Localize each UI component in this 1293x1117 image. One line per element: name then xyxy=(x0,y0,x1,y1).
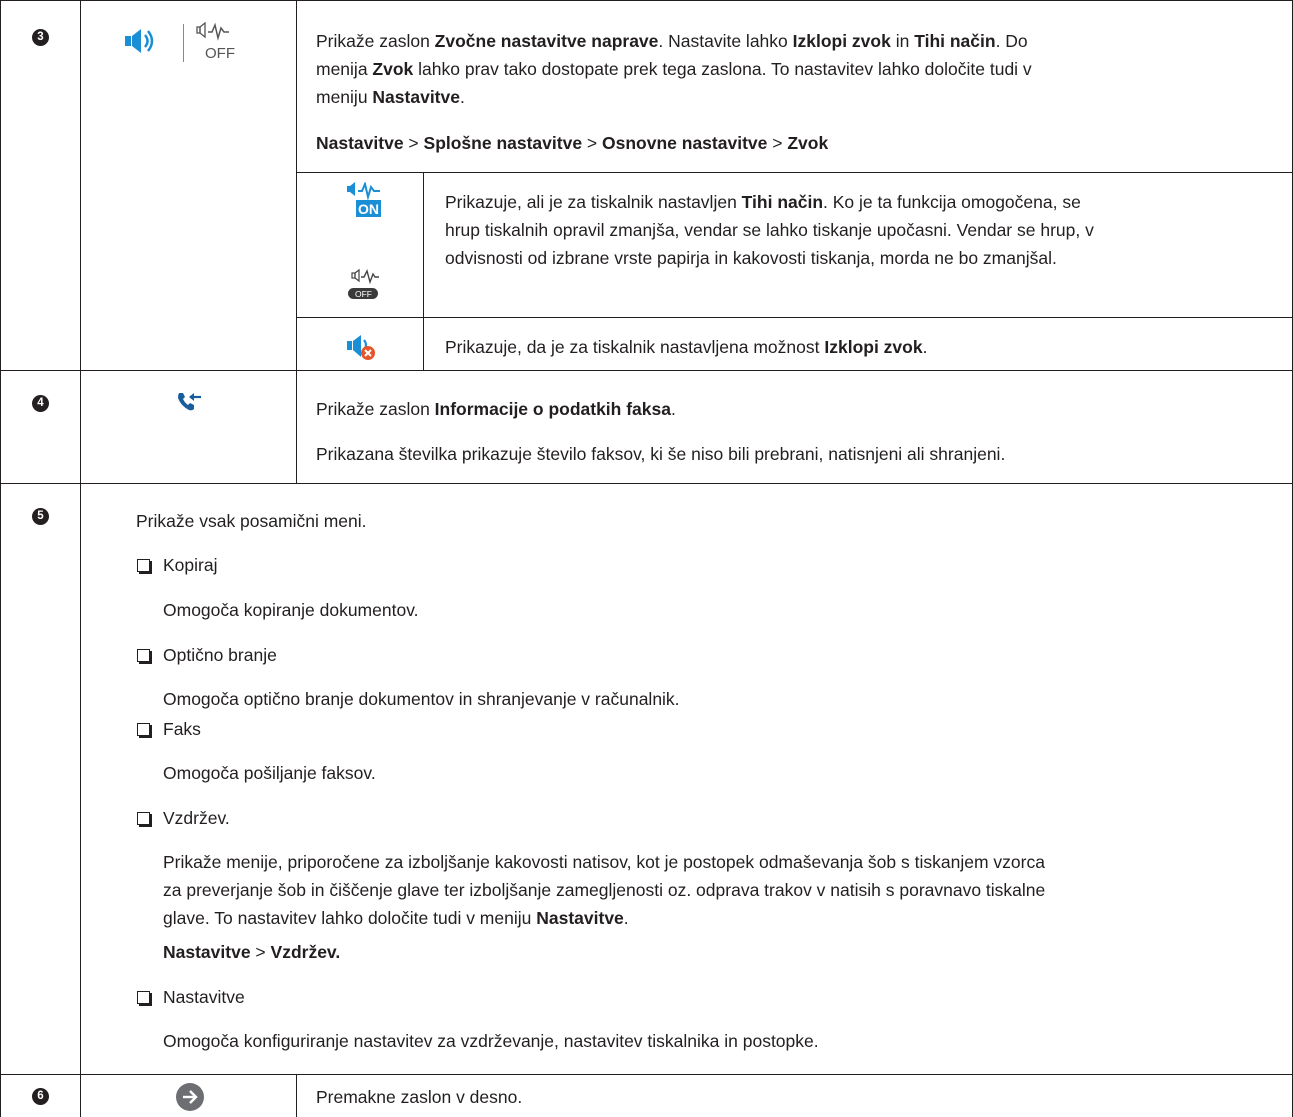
svg-text:OFF: OFF xyxy=(205,45,235,62)
checkbox-bullet xyxy=(137,991,150,1004)
menu-item-desc: Omogoča konfiguriranje nastavitev za vzd… xyxy=(163,1031,819,1051)
menu-item-label: Kopiraj xyxy=(163,555,218,575)
menu-item-path: Nastavitve > Vzdržev. xyxy=(163,942,341,962)
row3-desc-line3: meniju Nastavitve. xyxy=(316,87,465,107)
menu-item-label: Optično branje xyxy=(163,645,277,665)
col-divider-2-row6 xyxy=(296,1074,297,1117)
menu-item-desc-line2: za preverjanje šob in čiščenje glave ter… xyxy=(163,880,1046,900)
checkbox-bullet xyxy=(137,812,150,825)
row5-bottom xyxy=(0,1074,1293,1075)
row4-desc-line2: Prikazana številka prikazuje število fak… xyxy=(316,444,1006,464)
arrow-right-icon xyxy=(176,1083,204,1111)
menu-item-label: Vzdržev. xyxy=(163,808,230,828)
row3-desc-line2: menija Zvok lahko prav tako dostopate pr… xyxy=(316,59,1032,79)
table-top-border xyxy=(0,0,1293,1)
checkbox-bullet xyxy=(137,559,150,572)
menu-item-label: Faks xyxy=(163,719,201,739)
mute-icon xyxy=(347,335,375,360)
sub-table-divider xyxy=(423,172,424,370)
row3-desc-line1: Prikaže zaslon Zvočne nastavitve naprave… xyxy=(316,31,1028,51)
menu-item-desc: Omogoča pošiljanje faksov. xyxy=(163,763,376,783)
menu-item-desc-line1: Prikaže menije, priporočene za izboljšan… xyxy=(163,852,1045,872)
col-divider-1 xyxy=(80,0,81,1117)
checkbox-bullet xyxy=(137,723,150,736)
row5-intro: Prikaže vsak posamični meni. xyxy=(136,511,367,531)
row4-bottom xyxy=(0,483,1293,484)
menu-item-desc: Omogoča optično branje dokumentov in shr… xyxy=(163,689,680,709)
row3-bottom xyxy=(0,370,1293,371)
menu-item-desc: Omogoča kopiranje dokumentov. xyxy=(163,600,419,620)
menu-item-label: Nastavitve xyxy=(163,987,245,1007)
sub1-desc-line2: hrup tiskalnih opravil zmanjša, vendar s… xyxy=(445,220,1094,240)
col-divider-2-row3 xyxy=(296,0,297,483)
row-number-5: 5 xyxy=(32,508,49,525)
quiet-mode-off-small-icon: OFF xyxy=(348,268,379,299)
row-number-6: 6 xyxy=(32,1088,49,1105)
row6-desc: Premakne zaslon v desno. xyxy=(316,1087,523,1107)
row4-desc-line1: Prikaže zaslon Informacije o podatkih fa… xyxy=(316,399,676,419)
table-left-border xyxy=(0,0,1,1117)
sub1-desc-line1: Prikazuje, ali je za tiskalnik nastavlje… xyxy=(445,192,1081,212)
speaker-volume-icon xyxy=(125,29,154,53)
sub-table-mid xyxy=(296,317,1293,318)
menu-item-desc-line3: glave. To nastavitev lahko določite tudi… xyxy=(163,908,629,928)
quiet-mode-on-icon: ON xyxy=(347,182,381,217)
row-number-3: 3 xyxy=(32,29,49,46)
row3-menu-path: Nastavitve > Splošne nastavitve > Osnovn… xyxy=(316,133,829,153)
sub1-desc-line3: odvisnosti od izbrane vrste papirja in k… xyxy=(445,248,1057,268)
fax-data-icon xyxy=(178,393,201,411)
checkbox-bullet xyxy=(137,649,150,662)
quiet-mode-off-icon: OFF xyxy=(196,22,235,62)
svg-text:OFF: OFF xyxy=(355,289,372,299)
sub-table-top xyxy=(296,172,1293,173)
sub2-desc: Prikazuje, da je za tiskalnik nastavljen… xyxy=(445,337,928,357)
row-number-4: 4 xyxy=(32,395,49,412)
svg-text:ON: ON xyxy=(358,201,379,217)
icon-separator xyxy=(183,24,184,62)
